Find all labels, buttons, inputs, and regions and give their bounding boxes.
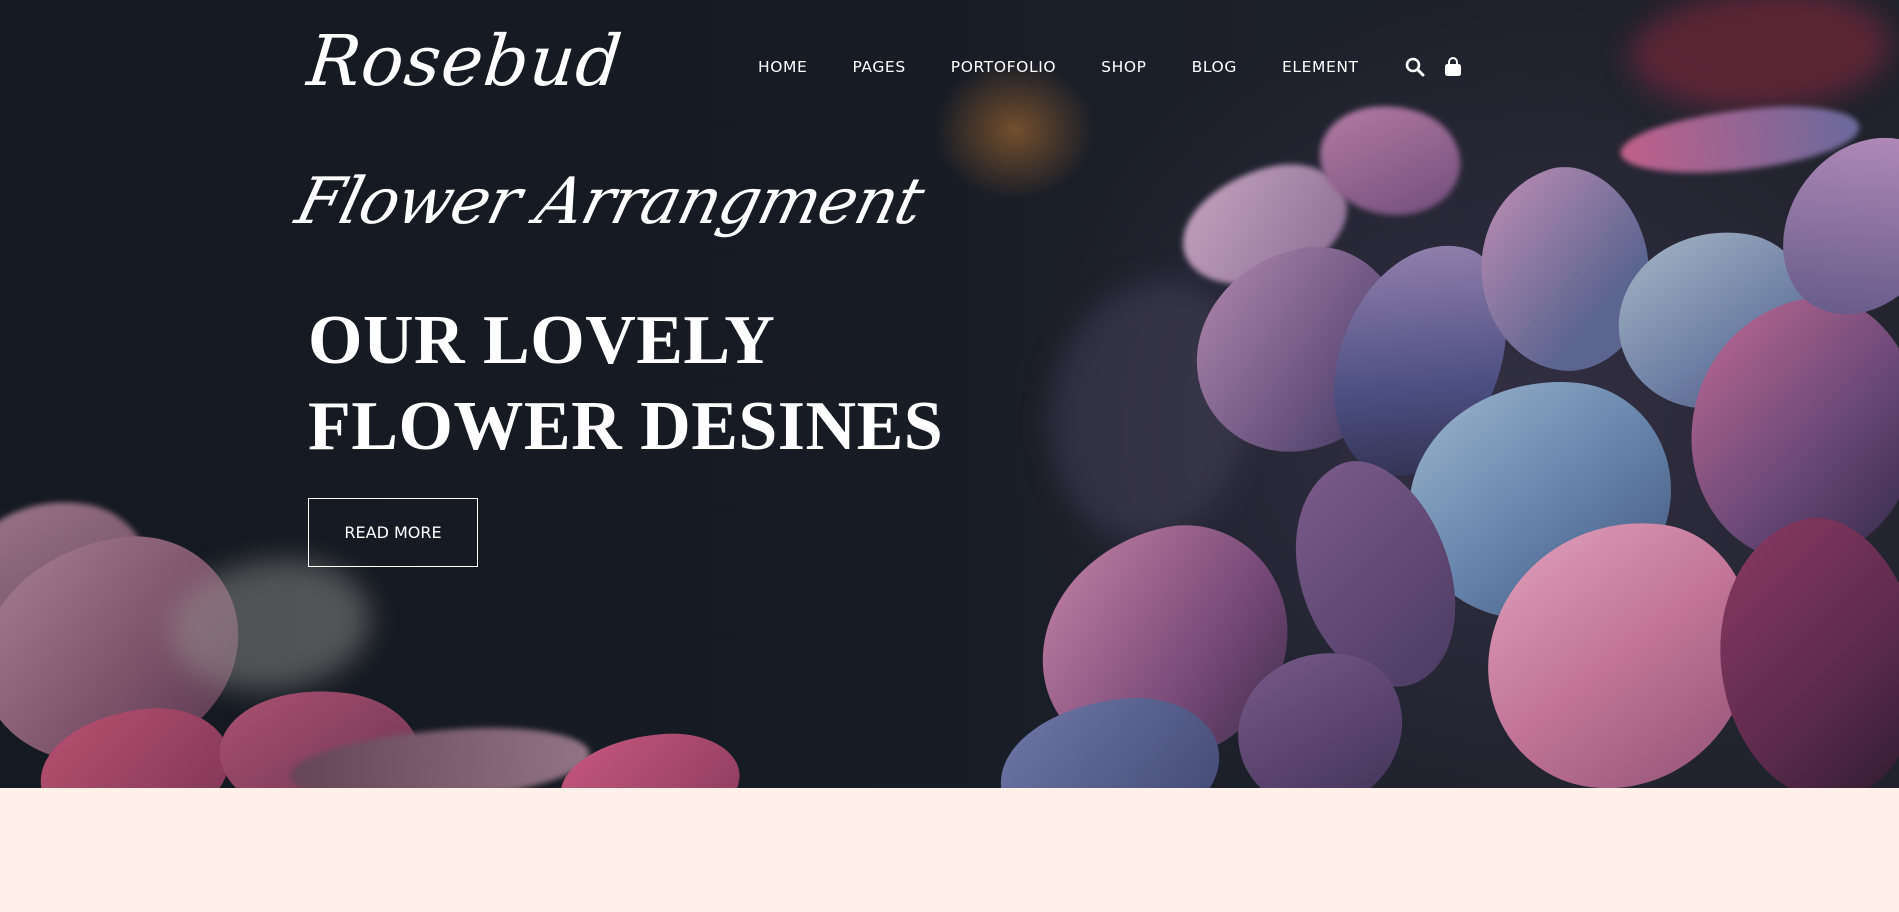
hero-headline: OUR LOVELY FLOWER DESINES (308, 298, 943, 470)
hero-overlay (0, 0, 1899, 788)
shopping-bag-icon[interactable] (1442, 56, 1464, 78)
hero-headline-line2: FLOWER DESINES (308, 388, 944, 465)
hero-banner: Rosebud HOME PAGES PORTOFOLIO SHOP BLOG … (0, 0, 1899, 788)
nav-item-home[interactable]: HOME (758, 58, 807, 76)
main-nav: HOME PAGES PORTOFOLIO SHOP BLOG ELEMENT (758, 56, 1480, 78)
nav-item-element[interactable]: ELEMENT (1282, 58, 1359, 76)
nav-item-pages[interactable]: PAGES (852, 58, 905, 76)
site-logo[interactable]: Rosebud (304, 20, 627, 102)
nav-item-blog[interactable]: BLOG (1192, 58, 1237, 76)
search-icon[interactable] (1404, 56, 1426, 78)
nav-item-shop[interactable]: SHOP (1101, 58, 1146, 76)
content-section (0, 788, 1899, 912)
read-more-button[interactable]: READ MORE (308, 498, 478, 567)
hero-headline-line1: OUR LOVELY (308, 302, 776, 379)
hero-script-title: Flower Arrangment (288, 165, 931, 239)
nav-item-portofolio[interactable]: PORTOFOLIO (951, 58, 1056, 76)
